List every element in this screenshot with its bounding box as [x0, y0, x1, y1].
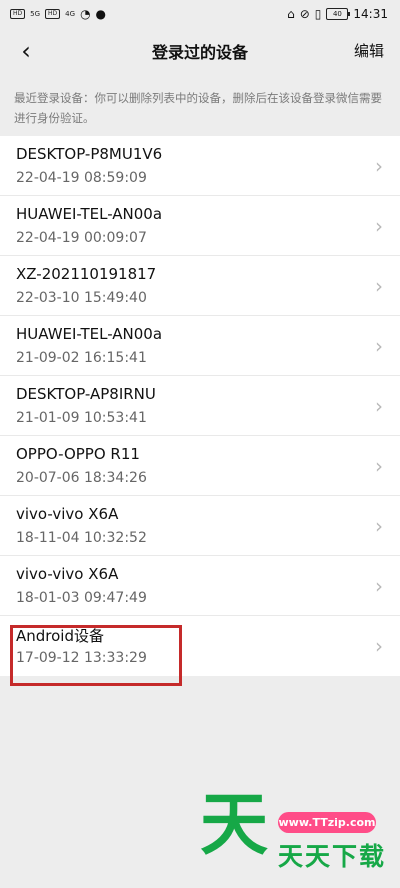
status-bar: HD 5G HD 4G ◔ ● ⌂ ⊘ ▯ 40 14:31 — [0, 0, 400, 28]
device-login-time: 18-01-03 09:47:49 — [16, 590, 147, 606]
device-list-description: 最近登录设备：你可以删除列表中的设备，删除后在该设备登录微信需要进行身份验证。 — [14, 91, 382, 125]
device-name: vivo-vivo X6A — [16, 565, 119, 583]
device-login-time: 21-01-09 10:53:41 — [16, 410, 147, 426]
device-row[interactable]: DESKTOP-P8MU1V6 22-04-19 08:59:09 › — [0, 136, 400, 196]
status-left: HD 5G HD 4G ◔ ● — [10, 7, 106, 21]
back-button[interactable]: ‹ — [12, 34, 40, 68]
hd-badge-2: HD — [45, 9, 61, 19]
battery-icon: 40 — [326, 8, 351, 20]
chevron-right-icon: › — [375, 634, 383, 658]
chevron-right-icon: › — [375, 154, 383, 178]
chevron-right-icon: › — [375, 454, 383, 478]
device-login-time: 18-11-04 10:32:52 — [16, 530, 147, 546]
chevron-right-icon: › — [375, 394, 383, 418]
device-name: OPPO-OPPO R11 — [16, 445, 140, 463]
chevron-right-icon: › — [375, 514, 383, 538]
device-name: HUAWEI-TEL-AN00a — [16, 205, 163, 223]
device-name: DESKTOP-AP8IRNU — [16, 385, 156, 403]
highlight-annotation-box — [10, 625, 182, 686]
chevron-right-icon: › — [375, 274, 383, 298]
battery-level: 40 — [332, 10, 342, 18]
device-row[interactable]: XZ-202110191817 22-03-10 15:49:40 › — [0, 256, 400, 316]
mute-icon: ⊘ — [299, 7, 310, 21]
device-login-time: 22-04-19 00:09:07 — [16, 230, 147, 246]
hd-badge-1: HD — [10, 9, 26, 19]
status-time: 14:31 — [353, 7, 388, 21]
device-row[interactable]: vivo-vivo X6A 18-11-04 10:32:52 › — [0, 496, 400, 556]
watermark-logo: 天 — [200, 786, 269, 865]
wifi-icon: ◔ — [80, 7, 91, 21]
vibrate-icon: ▯ — [314, 7, 322, 21]
chevron-right-icon: › — [375, 574, 383, 598]
wechat-notification-icon: ● — [95, 7, 107, 21]
device-name: HUAWEI-TEL-AN00a — [16, 325, 163, 343]
signal-label-4g: 4G — [65, 10, 76, 18]
device-login-time: 22-04-19 08:59:09 — [16, 170, 147, 186]
device-row[interactable]: DESKTOP-AP8IRNU 21-01-09 10:53:41 › — [0, 376, 400, 436]
device-row[interactable]: HUAWEI-TEL-AN00a 22-04-19 00:09:07 › — [0, 196, 400, 256]
device-row[interactable]: OPPO-OPPO R11 20-07-06 18:34:26 › — [0, 436, 400, 496]
device-name: vivo-vivo X6A — [16, 505, 119, 523]
back-chevron-icon: ‹ — [21, 37, 31, 65]
device-row[interactable]: HUAWEI-TEL-AN00a 21-09-02 16:15:41 › — [0, 316, 400, 376]
navigation-bar: ‹ 登录过的设备 编辑 — [0, 28, 400, 74]
device-name: DESKTOP-P8MU1V6 — [16, 145, 163, 163]
page-title: 登录过的设备 — [151, 43, 248, 62]
device-login-time: 21-09-02 16:15:41 — [16, 350, 147, 366]
nfc-icon: ⌂ — [287, 7, 295, 21]
site-watermark: 天 www.TTzip.com 天天下载 — [200, 786, 400, 872]
device-login-time: 20-07-06 18:34:26 — [16, 470, 147, 486]
device-row[interactable]: vivo-vivo X6A 18-01-03 09:47:49 › — [0, 556, 400, 616]
signal-label-5g: 5G — [30, 10, 41, 18]
chevron-right-icon: › — [375, 334, 383, 358]
chevron-right-icon: › — [375, 214, 383, 238]
watermark-url: www.TTzip.com — [278, 812, 376, 833]
device-list: DESKTOP-P8MU1V6 22-04-19 08:59:09 › HUAW… — [0, 136, 400, 676]
device-login-time: 22-03-10 15:49:40 — [16, 290, 147, 306]
status-right: ⌂ ⊘ ▯ 40 14:31 — [287, 7, 388, 21]
device-name: XZ-202110191817 — [16, 265, 157, 283]
edit-button[interactable]: 编辑 — [354, 40, 384, 61]
watermark-text: 天天下载 — [278, 842, 387, 871]
